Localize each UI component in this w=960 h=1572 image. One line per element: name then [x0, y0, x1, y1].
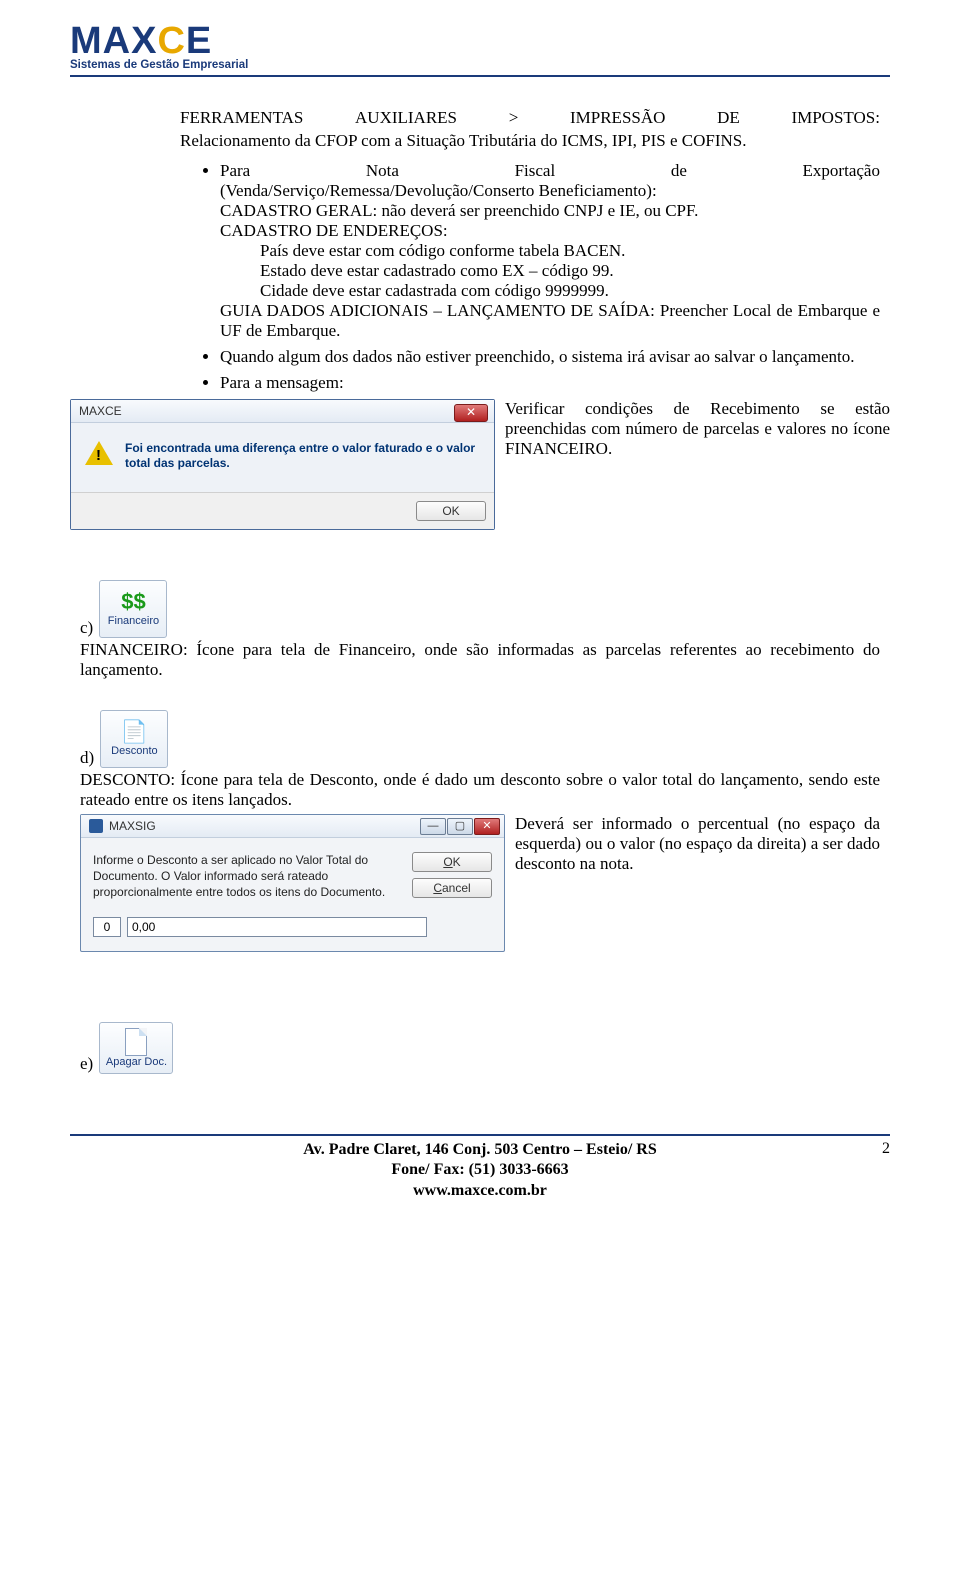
- page-number: 2: [860, 1140, 890, 1202]
- toolbar-label: Financeiro: [108, 615, 159, 627]
- side-explanation: Deverá ser informado o percentual (no es…: [515, 814, 880, 874]
- intro-paragraph: FERRAMENTAS AUXILIARES > IMPRESSÃO DE IM…: [180, 107, 880, 153]
- bullet-item: Para Nota Fiscal de Exportação (Venda/Se…: [220, 161, 880, 341]
- section-d: d) 📄 Desconto DESCONTO: Ícone para tela …: [80, 710, 880, 810]
- section-c: c) $$ Financeiro FINANCEIRO: Ícone para …: [80, 580, 880, 680]
- dollar-icon: $$: [121, 591, 145, 613]
- value-input[interactable]: [127, 917, 427, 937]
- dialog-message: Foi encontrada uma diferença entre o val…: [125, 441, 480, 472]
- cancel-button[interactable]: Cancel: [412, 878, 492, 898]
- dialog-maxsig: MAXSIG — ▢ ✕ Informe o Desconto a ser ap…: [80, 814, 505, 952]
- sub-item: Estado deve estar cadastrado como EX – c…: [220, 261, 880, 281]
- close-button[interactable]: ✕: [474, 818, 500, 835]
- app-icon: [89, 819, 103, 833]
- ok-button[interactable]: OK: [416, 501, 486, 521]
- logo-letter: M: [70, 20, 103, 63]
- section-prefix: d): [80, 748, 94, 768]
- section-prefix: c): [80, 618, 93, 638]
- financeiro-button[interactable]: $$ Financeiro: [99, 580, 167, 638]
- warning-icon: [85, 441, 113, 469]
- page-footer: Av. Padre Claret, 146 Conj. 503 Centro –…: [70, 1134, 890, 1202]
- bullet-item: Para a mensagem:: [220, 373, 880, 393]
- page-header: MAXCE Sistemas de Gestão Empresarial: [70, 20, 890, 77]
- footer-site: www.maxce.com.br: [100, 1181, 860, 1202]
- percent-input[interactable]: [93, 917, 121, 937]
- close-button[interactable]: ✕: [454, 404, 488, 422]
- dialog-maxce: MAXCE ✕ Foi encontrada uma diferença ent…: [70, 399, 495, 530]
- toolbar-label: Apagar Doc.: [106, 1056, 167, 1068]
- apagar-doc-button[interactable]: Apagar Doc.: [99, 1022, 173, 1074]
- logo-letter: E: [186, 20, 212, 63]
- logo: MAXCE Sistemas de Gestão Empresarial: [70, 20, 890, 71]
- desconto-button[interactable]: 📄 Desconto: [100, 710, 168, 768]
- maximize-button[interactable]: ▢: [447, 818, 473, 835]
- bullet-list: Para Nota Fiscal de Exportação (Venda/Se…: [180, 161, 880, 393]
- sub-item: País deve estar com código conforme tabe…: [220, 241, 880, 261]
- logo-letter: C: [157, 20, 185, 63]
- dialog-titlebar: MAXCE ✕: [71, 400, 494, 423]
- ok-button[interactable]: OK: [412, 852, 492, 872]
- footer-address: Av. Padre Claret, 146 Conj. 503 Centro –…: [100, 1140, 860, 1161]
- section-text: DESCONTO: Ícone para tela de Desconto, o…: [80, 770, 880, 810]
- logo-tagline: Sistemas de Gestão Empresarial: [70, 59, 890, 71]
- dialog-titlebar: MAXSIG — ▢ ✕: [81, 815, 504, 838]
- bullet-item: Quando algum dos dados não estiver preen…: [220, 347, 880, 367]
- logo-letter: X: [131, 20, 157, 63]
- footer-phone: Fone/ Fax: (51) 3033-6663: [100, 1160, 860, 1181]
- dialog-message: Informe o Desconto a ser aplicado no Val…: [93, 852, 398, 901]
- dialog-title: MAXCE: [79, 404, 122, 418]
- section-e: e) Apagar Doc.: [80, 1022, 880, 1074]
- toolbar-label: Desconto: [111, 745, 157, 757]
- page-icon: [125, 1028, 147, 1056]
- logo-letter: A: [103, 20, 131, 63]
- side-explanation: Verificar condições de Recebimento se es…: [505, 399, 890, 459]
- document-icon: 📄: [121, 721, 148, 743]
- dialog-title: MAXSIG: [109, 819, 156, 833]
- section-prefix: e): [80, 1054, 93, 1074]
- minimize-button[interactable]: —: [420, 818, 446, 835]
- section-text: FINANCEIRO: Ícone para tela de Financeir…: [80, 640, 880, 680]
- sub-item: Cidade deve estar cadastrada com código …: [220, 281, 880, 301]
